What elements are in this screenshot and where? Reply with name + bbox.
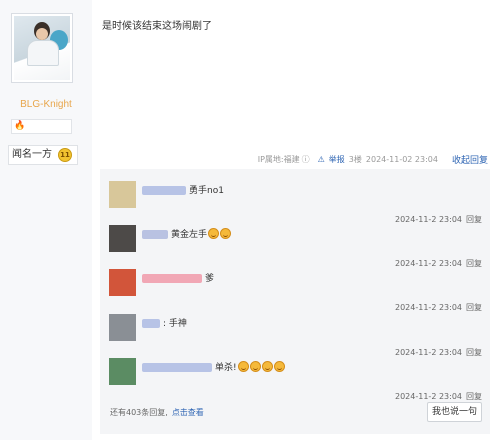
reply-text: 黄金左手 [171, 227, 232, 240]
smile-emoji-icon [261, 361, 273, 372]
reply-button[interactable]: 回复 [466, 303, 482, 312]
reply-time: 2024-11-2 23:04 [395, 259, 462, 268]
reply-item: 单杀! 2024-11-2 23:04 回复 [100, 358, 490, 402]
author-title: 闻名一方 11 [8, 145, 78, 165]
reply-text-content: 单杀! [215, 363, 237, 373]
reply-avatar[interactable] [109, 314, 136, 341]
reply-meta: 2024-11-2 23:04 回复 [391, 347, 482, 358]
reply-panel: 勇手no1 2024-11-2 23:04 回复 黄金左手 2024-11-2 23:0… [100, 169, 490, 434]
reply-avatar[interactable] [109, 181, 136, 208]
more-replies-link[interactable]: 点击查看 [172, 408, 204, 417]
reply-button[interactable]: 回复 [466, 348, 482, 357]
floor-number: 3楼 [348, 155, 362, 164]
avatar-image [14, 16, 70, 80]
author-sidebar: BLG-Knight 🔥 闻名一方 11 [0, 0, 92, 440]
reply-avatar[interactable] [109, 269, 136, 296]
reply-avatar[interactable] [109, 358, 136, 385]
reply-item: 爹 2024-11-2 23:04 回复 [100, 269, 490, 313]
reply-time: 2024-11-2 23:04 [395, 303, 462, 312]
smile-emoji-icon [237, 361, 249, 372]
smile-emoji-icon [273, 361, 285, 372]
report-link[interactable]: ⚠ 举报 [314, 154, 345, 165]
reply-item: 勇手no1 2024-11-2 23:04 回复 [100, 181, 490, 225]
level-badge: 11 [58, 148, 72, 162]
reply-text-content: 黄金左手 [171, 230, 208, 240]
post-meta: IP属地:福建 ⓘ ⚠ 举报 3楼 2024-11-02 23:04 收起回复 [254, 153, 488, 166]
author-avatar[interactable] [11, 13, 73, 83]
reply-time: 2024-11-2 23:04 [395, 348, 462, 357]
reply-item: 黄金左手 2024-11-2 23:04 回复 [100, 225, 490, 269]
reply-username[interactable] [142, 230, 168, 239]
post-date: 2024-11-02 23:04 [365, 155, 438, 164]
smile-emoji-icon [208, 228, 220, 239]
more-replies: 还有403条回复, 点击查看 [110, 407, 204, 418]
fan-badge: 🔥 [11, 119, 72, 134]
reply-text: 爹 [205, 271, 214, 284]
reply-text-content: : 手神 [163, 319, 187, 329]
reply-username[interactable] [142, 363, 212, 372]
smile-emoji-icon [249, 361, 261, 372]
reply-username[interactable] [142, 186, 186, 195]
reply-time: 2024-11-2 23:04 [395, 392, 462, 401]
reply-time: 2024-11-2 23:04 [395, 215, 462, 224]
collapse-replies-button[interactable]: 收起回复 [452, 153, 488, 166]
reply-text: 勇手no1 [189, 183, 224, 196]
post-content: 是时候该结束这场闹剧了 [102, 21, 212, 32]
reply-item: : 手神 2024-11-2 23:04 回复 [100, 314, 490, 358]
reply-meta: 2024-11-2 23:04 回复 [391, 258, 482, 269]
reply-meta: 2024-11-2 23:04 回复 [391, 302, 482, 313]
reply-text-content: 爹 [205, 274, 215, 284]
reply-button[interactable]: 回复 [466, 259, 482, 268]
question-icon[interactable]: ⓘ [302, 154, 310, 165]
reply-text-content: 勇手no1 [189, 186, 224, 196]
reply-button[interactable]: 回复 [466, 392, 482, 401]
reply-text: 单杀! [215, 360, 285, 373]
reply-text: : 手神 [163, 316, 187, 329]
author-title-label: 闻名一方 [12, 149, 52, 160]
reply-meta: 2024-11-2 23:04 回复 [391, 391, 482, 402]
warning-icon: ⚠ [317, 155, 325, 164]
flame-icon: 🔥 [14, 121, 26, 131]
reply-meta: 2024-11-2 23:04 回复 [391, 214, 482, 225]
say-something-button[interactable]: 我也说一句 [427, 402, 482, 422]
smile-emoji-icon [220, 228, 232, 239]
ip-location: IP属地:福建 [257, 155, 300, 164]
reply-username[interactable] [142, 319, 160, 328]
author-name[interactable]: BLG-Knight [0, 99, 92, 110]
more-replies-count: 还有403条回复, [110, 408, 168, 417]
reply-button[interactable]: 回复 [466, 215, 482, 224]
reply-username[interactable] [142, 274, 202, 283]
reply-avatar[interactable] [109, 225, 136, 252]
